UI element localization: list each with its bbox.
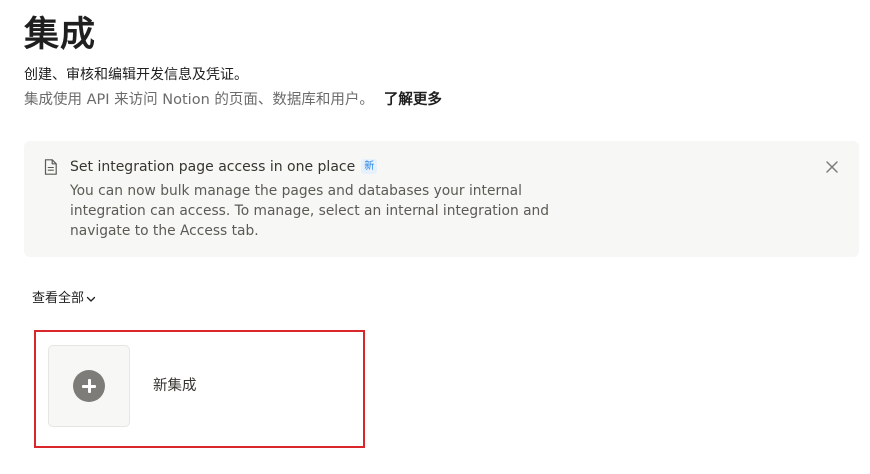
page-description-row: 集成使用 API 来访问 Notion 的页面、数据库和用户。 了解更多: [24, 90, 442, 110]
integrations-page: 集成 创建、审核和编辑开发信息及凭证。 集成使用 API 来访问 Notion …: [0, 0, 870, 474]
new-badge: 新: [361, 159, 378, 174]
new-integration-label[interactable]: 新集成: [153, 376, 197, 396]
page-title: 集成: [24, 15, 97, 55]
new-integration-button[interactable]: [48, 345, 130, 427]
page-description: 集成使用 API 来访问 Notion 的页面、数据库和用户。: [24, 92, 374, 108]
view-all-label: 查看全部: [32, 291, 85, 306]
callout-title-row: Set integration page access in one place…: [70, 157, 378, 177]
page-subtitle: 创建、审核和编辑开发信息及凭证。: [24, 67, 248, 83]
document-icon: [44, 159, 57, 175]
callout-body: You can now bulk manage the pages and da…: [70, 183, 550, 239]
learn-more-link[interactable]: 了解更多: [384, 92, 442, 108]
chevron-down-icon: [86, 296, 96, 302]
callout-title: Set integration page access in one place: [70, 159, 356, 175]
plus-circle-icon: [73, 370, 105, 402]
announcement-callout: Set integration page access in one place…: [24, 141, 859, 257]
view-all-dropdown[interactable]: 查看全部: [32, 290, 96, 308]
close-icon[interactable]: [823, 158, 841, 176]
